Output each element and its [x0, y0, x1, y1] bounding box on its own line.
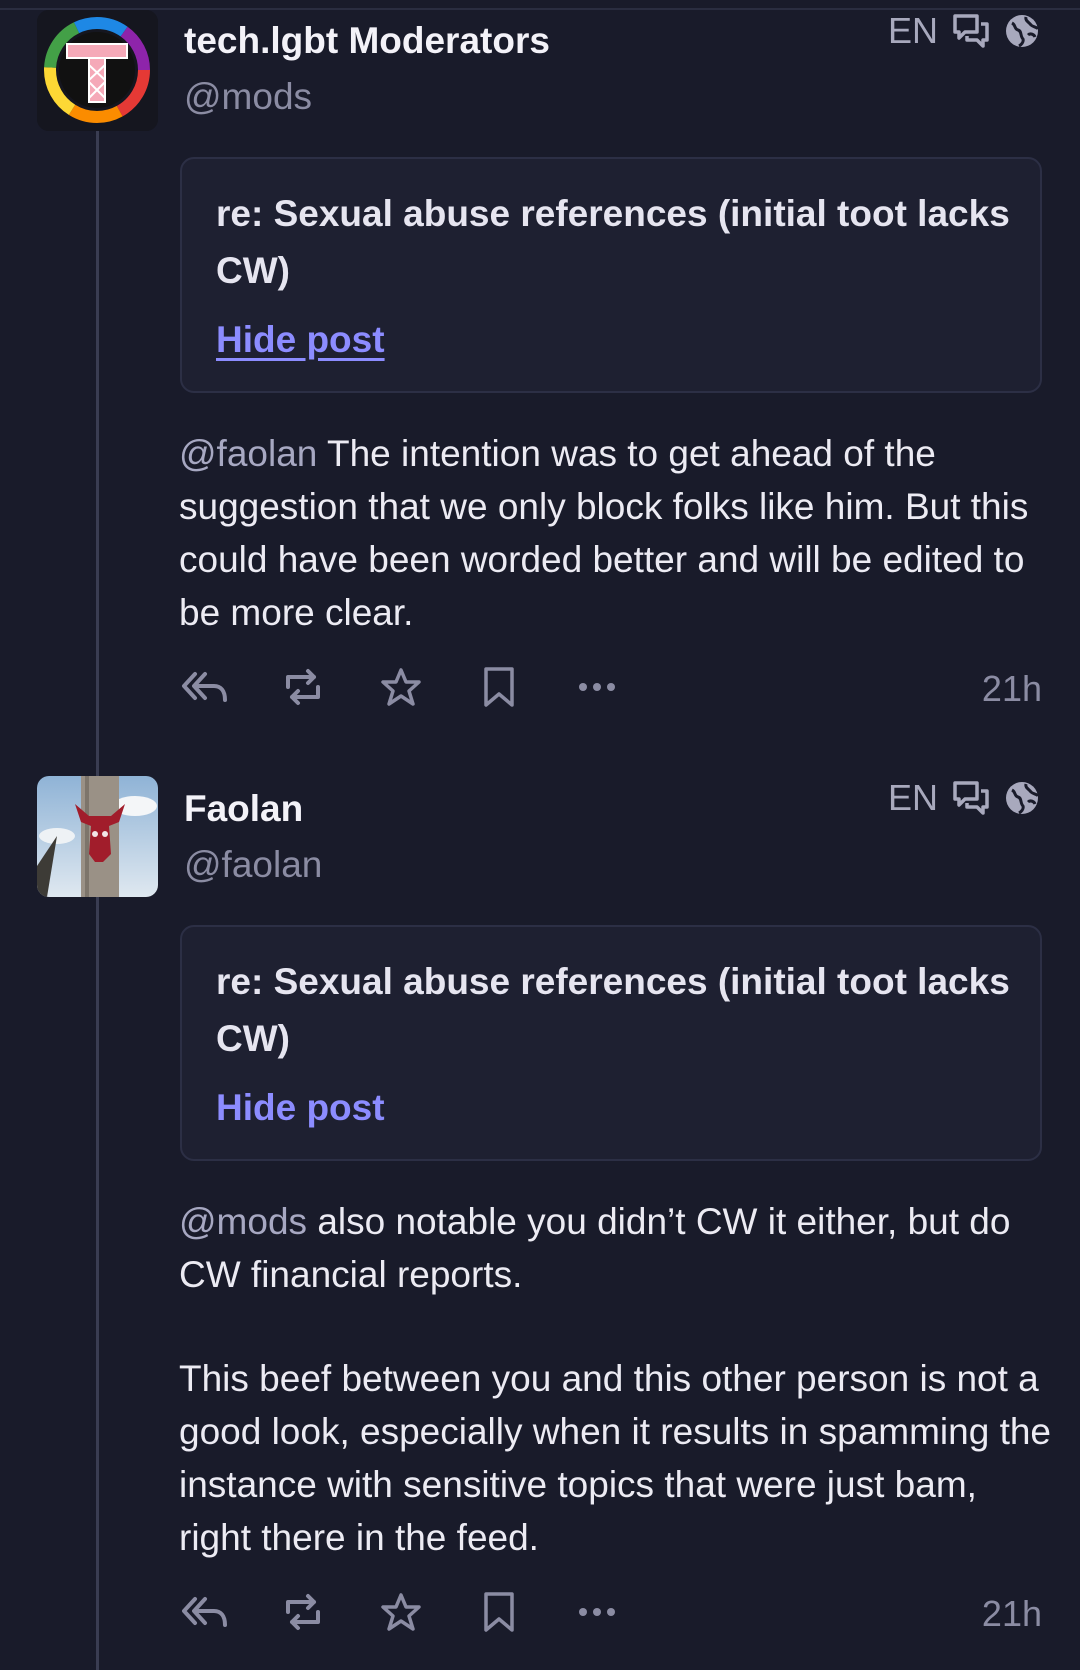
more-icon[interactable]: [572, 662, 622, 712]
display-name[interactable]: tech.lgbt Moderators: [184, 20, 550, 62]
language-label: EN: [887, 777, 938, 818]
language-label: EN: [887, 10, 938, 51]
conversation-icon: [952, 780, 990, 816]
content-text: This beef between you and this other per…: [179, 1358, 1052, 1558]
status-action-bar: 21h: [180, 1587, 1042, 1637]
display-name[interactable]: Faolan: [184, 788, 303, 830]
globe-icon[interactable]: [1004, 13, 1040, 49]
boost-icon[interactable]: [278, 1587, 328, 1637]
hide-post-button[interactable]: Hide post: [216, 1087, 385, 1129]
avatar[interactable]: [37, 776, 158, 897]
account-handle[interactable]: @mods: [184, 76, 312, 118]
status-meta: EN: [888, 777, 1040, 819]
content-warning-box: re: Sexual abuse references (initial too…: [180, 925, 1042, 1161]
content-warning-box: re: Sexual abuse references (initial too…: [180, 157, 1042, 393]
conversation-icon: [952, 13, 990, 49]
relative-time[interactable]: 21h: [982, 1593, 1042, 1635]
globe-icon[interactable]: [1004, 780, 1040, 816]
content-paragraph: @mods also notable you didn’t CW it eith…: [179, 1195, 1059, 1301]
mention-link[interactable]: @faolan: [179, 433, 317, 474]
status-action-bar: 21h: [180, 662, 1042, 712]
bookmark-icon[interactable]: [474, 1587, 524, 1637]
content-warning-text: re: Sexual abuse references (initial too…: [216, 961, 1010, 1059]
mention-link[interactable]: @mods: [179, 1201, 307, 1242]
account-handle[interactable]: @faolan: [184, 844, 322, 886]
reply-all-icon[interactable]: [180, 1587, 230, 1637]
star-icon[interactable]: [376, 662, 426, 712]
boost-icon[interactable]: [278, 662, 328, 712]
reply-all-icon[interactable]: [180, 662, 230, 712]
content-paragraph: This beef between you and this other per…: [179, 1352, 1059, 1564]
avatar[interactable]: [37, 10, 158, 131]
status-content: @mods also notable you didn’t CW it eith…: [179, 1195, 1059, 1564]
content-paragraph: @faolan The intention was to get ahead o…: [179, 427, 1059, 639]
hide-post-button[interactable]: Hide post: [216, 319, 385, 361]
star-icon[interactable]: [376, 1587, 426, 1637]
bookmark-icon[interactable]: [474, 662, 524, 712]
thread-connector: [96, 130, 99, 1670]
status-meta: EN: [888, 10, 1040, 52]
relative-time[interactable]: 21h: [982, 668, 1042, 710]
more-icon[interactable]: [572, 1587, 622, 1637]
status-content: @faolan The intention was to get ahead o…: [179, 427, 1059, 639]
content-warning-text: re: Sexual abuse references (initial too…: [216, 193, 1010, 291]
